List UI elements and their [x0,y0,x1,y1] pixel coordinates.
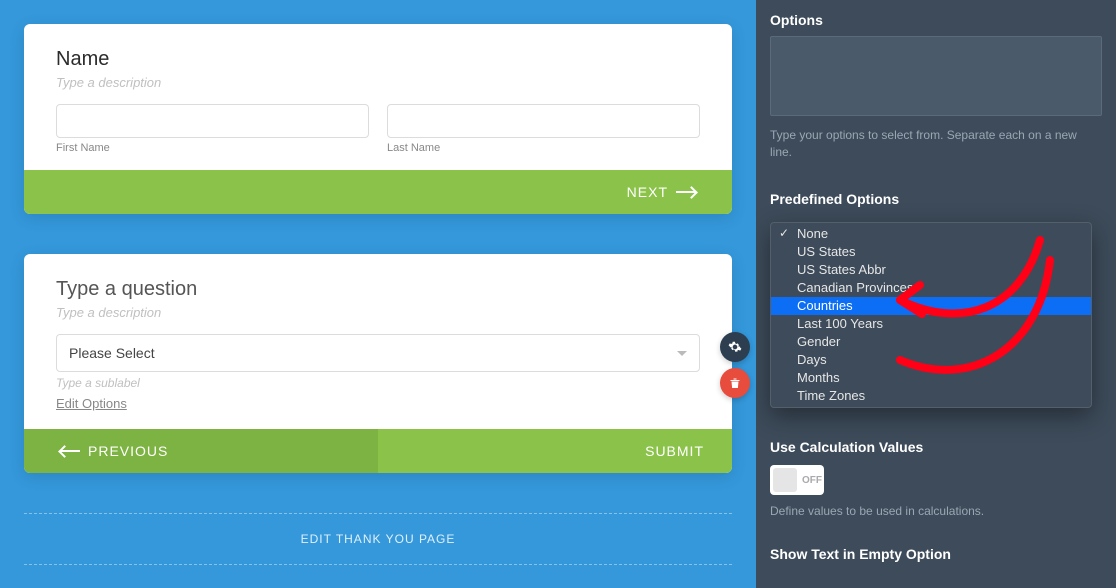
toggle-handle-icon [773,468,797,492]
predefined-option-item[interactable]: US States Abbr [771,261,1091,279]
dropdown-select[interactable]: Please Select [56,334,700,372]
predefined-option-item[interactable]: US States [771,243,1091,261]
options-heading: Options [770,12,1102,28]
dropdown-field-card[interactable]: Type a question Type a description Pleas… [24,254,732,473]
gear-icon [728,340,742,354]
name-field-card: Name Type a description First Name Last … [24,24,732,214]
question-title-placeholder[interactable]: Type a question [56,278,700,301]
predefined-option-item[interactable]: Gender [771,333,1091,351]
first-name-sublabel: First Name [56,142,369,154]
options-help-text: Type your options to select from. Separa… [770,127,1102,161]
arrow-right-icon [676,186,696,198]
field-settings-button[interactable] [720,332,750,362]
first-name-input[interactable] [56,104,369,138]
predefined-option-item[interactable]: Time Zones [771,387,1091,405]
edit-options-link[interactable]: Edit Options [56,396,127,411]
empty-option-heading: Show Text in Empty Option [770,546,1102,562]
submit-button-label: SUBMIT [645,443,704,459]
predefined-options-dropdown: NoneUS StatesUS States AbbrCanadian Prov… [770,222,1092,408]
last-name-sublabel: Last Name [387,142,700,154]
toggle-state-label: OFF [802,475,822,486]
predefined-option-item[interactable]: Days [771,351,1091,369]
field-delete-button[interactable] [720,368,750,398]
submit-button[interactable]: SUBMIT [378,429,732,473]
chevron-down-icon [677,351,687,356]
name-field-title: Name [56,48,700,71]
predefined-option-item[interactable]: Last 100 Years [771,315,1091,333]
previous-button[interactable]: PREVIOUS [24,429,378,473]
properties-sidebar: Options Type your options to select from… [756,0,1116,588]
dropdown-sublabel-placeholder[interactable]: Type a sublabel [56,376,700,390]
arrow-left-icon [60,445,80,457]
next-button-label: NEXT [627,184,668,200]
predefined-option-item[interactable]: Canadian Provinces [771,279,1091,297]
next-button[interactable]: NEXT [364,170,732,214]
edit-thank-you-page-button[interactable]: EDIT THANK YOU PAGE [24,513,732,565]
trash-icon [729,376,741,390]
predefined-option-item[interactable]: None [771,225,1091,243]
options-textarea[interactable] [770,36,1102,116]
form-canvas: Name Type a description First Name Last … [0,0,756,588]
name-field-description-placeholder[interactable]: Type a description [56,75,700,90]
dropdown-placeholder-text: Please Select [69,345,155,361]
calculation-values-heading: Use Calculation Values [770,439,1102,455]
calculation-help-text: Define values to be used in calculations… [770,503,1102,520]
previous-button-label: PREVIOUS [88,443,168,459]
question-description-placeholder[interactable]: Type a description [56,305,700,320]
predefined-options-heading: Predefined Options [770,191,1102,207]
predefined-option-item[interactable]: Months [771,369,1091,387]
calculation-values-toggle[interactable]: OFF [770,465,824,495]
last-name-input[interactable] [387,104,700,138]
predefined-option-item[interactable]: Countries [771,297,1091,315]
